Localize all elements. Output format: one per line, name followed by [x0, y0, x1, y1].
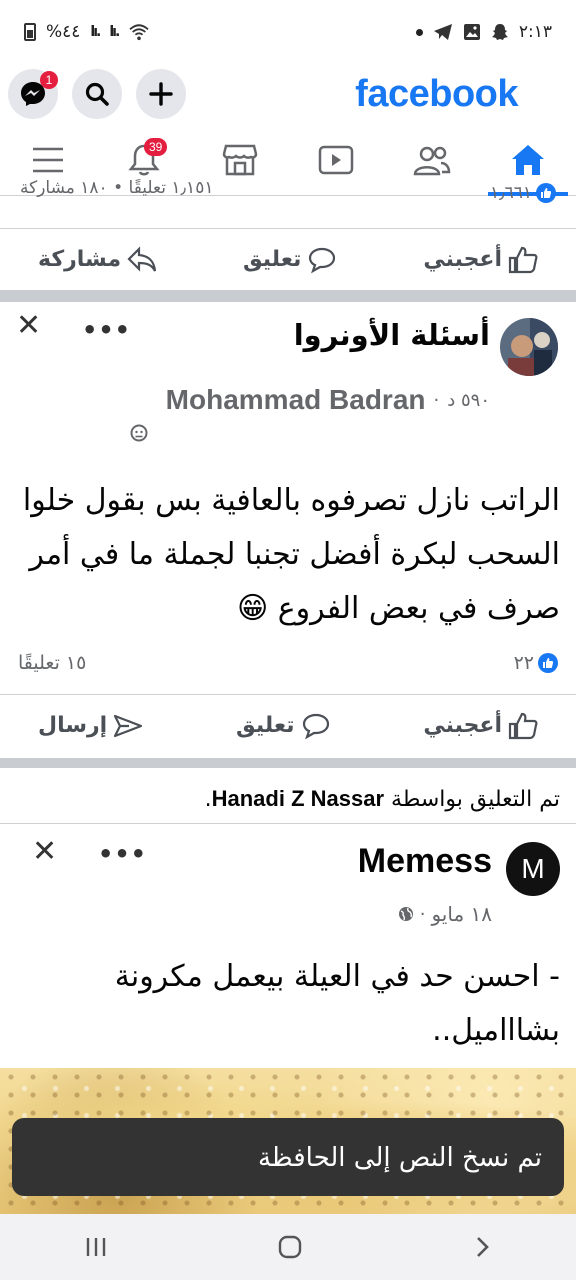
page-avatar[interactable]: M	[506, 842, 560, 896]
like-button[interactable]: أعجبني	[423, 246, 538, 274]
post1-author[interactable]: Mohammad Badran	[166, 384, 426, 416]
globe-icon	[398, 907, 413, 921]
facebook-logo[interactable]: facebook	[355, 73, 564, 116]
previous-post-counts[interactable]: ١٫١٥١ تعليقًا • ١٨٠ مشاركة	[20, 178, 213, 208]
post1-stats: ١٥ تعليقًا ٢٢	[0, 648, 576, 678]
signal-icon-2: lı.	[109, 24, 120, 40]
post2-meta: ١٨ مايو ·	[398, 902, 492, 926]
post2-time[interactable]: ١٨ مايو	[431, 902, 492, 926]
like-button[interactable]: أعجبني	[423, 712, 538, 740]
like-reaction-icon	[538, 653, 558, 673]
group-avatar-image	[500, 318, 558, 376]
gallery-icon	[463, 24, 480, 40]
status-right: ٢:١٣	[415, 22, 552, 42]
post1-comment-count[interactable]: ١٥ تعليقًا	[18, 652, 86, 674]
close-icon[interactable]: ✕	[32, 834, 57, 869]
feed-separator	[0, 758, 576, 768]
commented-by-name[interactable]: Hanadi Z Nassar	[212, 786, 384, 811]
share-button[interactable]: مشاركة	[38, 245, 157, 274]
group-avatar[interactable]	[500, 318, 558, 376]
home-button-icon[interactable]	[277, 1234, 303, 1260]
telegram-icon	[433, 24, 452, 40]
marketplace-icon	[222, 144, 258, 175]
top-bar: 1 facebook	[0, 64, 576, 124]
comment-icon	[309, 247, 336, 273]
meta-separator: ·	[433, 389, 440, 411]
battery-icon	[24, 23, 36, 41]
home-icon	[512, 144, 544, 175]
previous-post-reactions[interactable]: ١٫٦٦١	[490, 178, 556, 208]
like-label: أعجبني	[423, 247, 502, 272]
create-button[interactable]	[136, 69, 186, 119]
video-icon	[318, 145, 354, 174]
like-label: أعجبني	[423, 713, 502, 738]
group-name[interactable]: أسئلة الأونروا	[294, 318, 490, 352]
messenger-badge: 1	[40, 71, 58, 89]
previous-post-actions: أعجبني تعليق مشاركة	[0, 228, 576, 290]
post2-text: - احسن حد في العيلة بيعمل مكرونة بشااامي…	[114, 959, 560, 1048]
audience-icon	[130, 424, 148, 446]
send-icon	[114, 714, 143, 737]
recent-apps-icon[interactable]	[84, 1236, 108, 1258]
snapchat-icon	[491, 24, 508, 40]
wifi-icon	[129, 24, 149, 41]
clipboard-toast: تم نسخ النص إلى الحافظة	[12, 1118, 564, 1196]
comment-label: تعليق	[242, 247, 302, 272]
battery-level: %٤٤	[46, 22, 81, 42]
comment-icon	[302, 713, 329, 739]
post1-reaction-count: ٢٢	[513, 652, 534, 674]
post1-meta: ٥٩٠ د · Mohammad Badran	[166, 384, 490, 416]
messenger-button[interactable]: 1	[8, 69, 58, 119]
menu-icon	[33, 147, 63, 172]
thumbs-up-icon	[508, 712, 538, 739]
top-actions: 1	[8, 69, 186, 119]
share-label: مشاركة	[38, 247, 122, 272]
page-name[interactable]: Memess	[358, 842, 492, 881]
clock: ٢:١٣	[518, 22, 552, 42]
signal-icon: lı.	[90, 24, 101, 40]
back-icon[interactable]	[472, 1235, 492, 1259]
close-icon[interactable]: ✕	[16, 308, 41, 343]
meta-separator: ·	[419, 903, 426, 925]
notification-dot-icon	[415, 28, 423, 36]
post1-actions: أعجبني تعليق إرسال	[0, 694, 576, 756]
commented-by-prefix: تم التعليق بواسطة	[391, 787, 560, 812]
post1-text: الراتب نازل تصرفوه بالعافية بس بقول خلوا…	[22, 483, 560, 626]
status-left: %٤٤ lı. lı.	[24, 22, 150, 42]
send-button[interactable]: إرسال	[38, 712, 143, 740]
plus-icon	[149, 82, 173, 106]
thumbs-up-icon	[508, 246, 538, 273]
search-button[interactable]	[72, 69, 122, 119]
feed-separator	[0, 290, 576, 302]
more-options-button[interactable]: •••	[82, 316, 131, 344]
system-navigation-bar	[0, 1214, 576, 1280]
search-icon	[85, 82, 109, 106]
commented-by-suffix: .	[204, 787, 212, 812]
comment-button[interactable]: تعليق	[236, 712, 330, 740]
share-icon	[127, 245, 157, 272]
send-label: إرسال	[38, 713, 108, 738]
post1-time[interactable]: ٥٩٠ د	[447, 390, 490, 411]
more-options-button[interactable]: •••	[98, 840, 147, 868]
notifications-badge: 39	[144, 137, 168, 156]
like-reaction-icon	[536, 183, 556, 203]
comment-button[interactable]: تعليق	[243, 246, 337, 274]
commented-by-banner: تم التعليق بواسطة Hanadi Z Nassar.	[0, 772, 576, 824]
status-bar: %٤٤ lı. lı. ٢:١٣	[0, 0, 576, 64]
previous-post-reaction-count: ١٫٦٦١	[489, 183, 532, 203]
previous-post-stats: ١٫١٥١ تعليقًا • ١٨٠ مشاركة ١٫٦٦١	[0, 178, 576, 208]
post1-reactions[interactable]: ٢٢	[514, 652, 558, 674]
friends-icon	[413, 146, 451, 175]
comment-label: تعليق	[236, 713, 295, 738]
